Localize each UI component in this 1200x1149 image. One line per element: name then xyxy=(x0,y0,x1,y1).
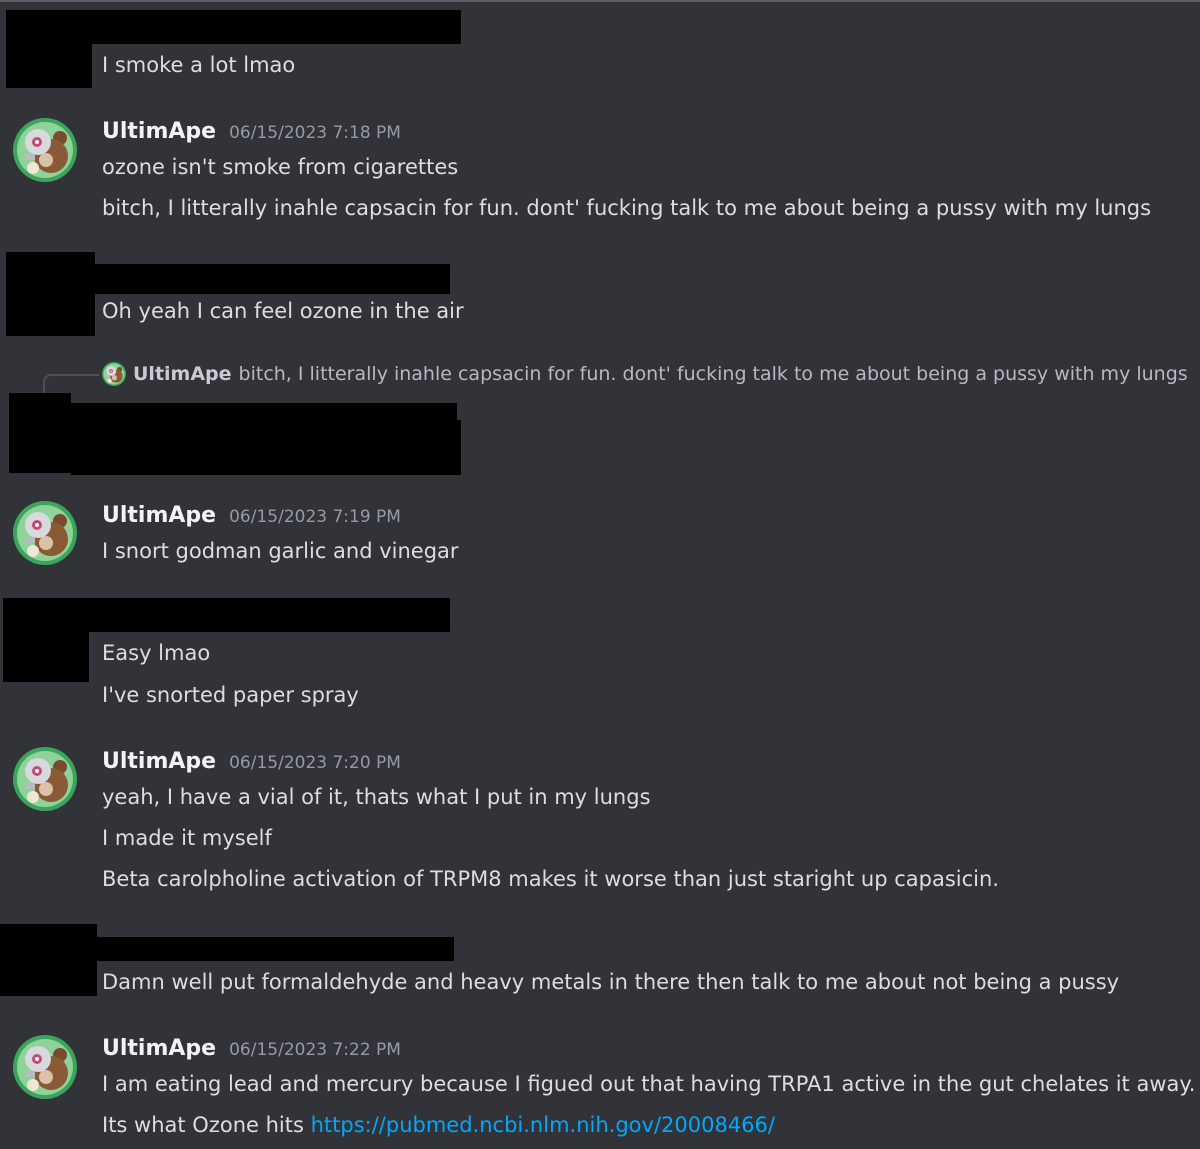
timestamp[interactable]: 06/15/2023 7:19 PM xyxy=(229,507,401,527)
message-header: UltimApe 06/15/2023 7:18 PM xyxy=(102,118,401,146)
message-text: I made it myself xyxy=(102,826,272,850)
avatar[interactable] xyxy=(13,501,77,565)
redacted-username xyxy=(92,10,461,44)
message-text: I am eating lead and mercury because I f… xyxy=(102,1072,1196,1096)
top-border xyxy=(0,0,1200,2)
message-header: UltimApe 06/15/2023 7:19 PM xyxy=(102,502,401,530)
message-text: I snort godman garlic and vinegar xyxy=(102,539,459,563)
username[interactable]: UltimApe xyxy=(102,118,216,146)
redacted-username xyxy=(95,264,450,294)
message-text: Beta carolpholine activation of TRPM8 ma… xyxy=(102,867,1000,891)
avatar[interactable] xyxy=(13,118,77,182)
message-text: I've snorted paper spray xyxy=(102,683,359,707)
timestamp[interactable]: 06/15/2023 7:22 PM xyxy=(229,1040,401,1060)
bear-robot-avatar-icon xyxy=(102,362,126,386)
message-text: yeah, I have a vial of it, thats what I … xyxy=(102,785,651,809)
message-header: UltimApe 06/15/2023 7:22 PM xyxy=(102,1035,401,1063)
message-text: bitch, I litterally inahle capsacin for … xyxy=(102,196,1152,220)
redacted-avatar xyxy=(6,10,92,88)
reply-preview-text: bitch, I litterally inahle capsacin for … xyxy=(238,363,1188,385)
reply-avatar xyxy=(102,362,126,386)
redacted-avatar xyxy=(0,924,97,996)
redacted-username xyxy=(89,598,450,632)
reply-reference[interactable]: UltimApe bitch, I litterally inahle caps… xyxy=(102,362,1188,386)
redacted-avatar xyxy=(3,598,89,682)
redacted-message xyxy=(440,420,461,475)
bear-robot-avatar-icon xyxy=(13,501,77,565)
avatar[interactable] xyxy=(13,1035,77,1099)
message-text: Easy lmao xyxy=(102,641,211,665)
message-header: UltimApe 06/15/2023 7:20 PM xyxy=(102,748,401,776)
bear-robot-avatar-icon xyxy=(13,1035,77,1099)
message-text: Damn well put formaldehyde and heavy met… xyxy=(102,970,1120,994)
redacted-message xyxy=(71,403,457,475)
reply-username: UltimApe xyxy=(133,363,232,385)
redacted-avatar xyxy=(6,252,95,336)
redacted-username xyxy=(97,937,454,961)
avatar[interactable] xyxy=(13,747,77,811)
username[interactable]: UltimApe xyxy=(102,502,216,530)
timestamp[interactable]: 06/15/2023 7:18 PM xyxy=(229,123,401,143)
message-text-prefix: Its what Ozone hits xyxy=(102,1113,311,1137)
message-text: ozone isn't smoke from cigarettes xyxy=(102,155,459,179)
timestamp[interactable]: 06/15/2023 7:20 PM xyxy=(229,753,401,773)
pubmed-link[interactable]: https://pubmed.ncbi.nlm.nih.gov/20008466… xyxy=(311,1113,775,1137)
bear-robot-avatar-icon xyxy=(13,747,77,811)
username[interactable]: UltimApe xyxy=(102,748,216,776)
redacted-avatar xyxy=(9,393,71,473)
username[interactable]: UltimApe xyxy=(102,1035,216,1063)
message-text: Oh yeah I can feel ozone in the air xyxy=(102,299,464,323)
message-text: I smoke a lot lmao xyxy=(102,53,296,77)
message-text: Its what Ozone hits https://pubmed.ncbi.… xyxy=(102,1112,775,1138)
bear-robot-avatar-icon xyxy=(13,118,77,182)
